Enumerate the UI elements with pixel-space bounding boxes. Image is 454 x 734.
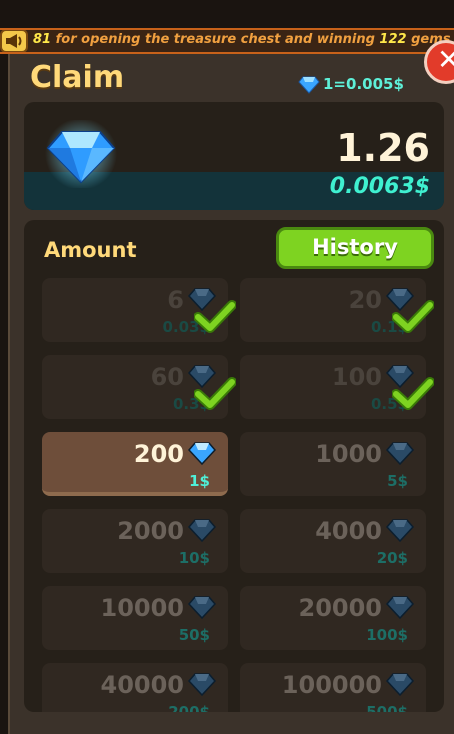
tile-amount: 40000 — [100, 671, 185, 699]
tile-usd: 500$ — [366, 703, 408, 712]
tile-amount: 10000 — [100, 594, 185, 622]
reward-tile[interactable]: 200 1$ — [42, 432, 228, 496]
reward-tile[interactable]: 60 0.3$ — [42, 355, 236, 419]
reward-tile[interactable]: 6 0.03$ — [42, 278, 236, 342]
tile-usd: 20$ — [376, 549, 408, 567]
announcement-ticker: 81 for opening the treasure chest and wi… — [0, 28, 454, 54]
gem-icon — [386, 596, 414, 619]
gem-icon — [386, 673, 414, 696]
balance-card: 1.26 0.0063$ — [24, 102, 444, 210]
balance-usd: 0.0063$ — [329, 174, 430, 199]
tile-usd: 10$ — [178, 549, 210, 567]
checkmark-icon — [392, 300, 434, 333]
reward-tile[interactable]: 100 0.5$ — [240, 355, 434, 419]
balance-gems: 1.26 — [336, 126, 430, 170]
tile-amount: 100 — [331, 363, 382, 391]
tile-usd: 100$ — [366, 626, 408, 644]
tile-amount: 20 — [348, 286, 382, 314]
reward-tile[interactable]: 4000 20$ — [240, 509, 426, 573]
reward-tile[interactable]: 20000 100$ — [240, 586, 426, 650]
large-gem-icon — [45, 120, 117, 188]
ticker-number-1: 81 — [33, 32, 52, 47]
tile-usd: 1$ — [189, 472, 210, 490]
tile-amount: 20000 — [298, 594, 383, 622]
checkmark-icon — [194, 377, 236, 410]
tile-usd: 50$ — [178, 626, 210, 644]
gem-icon — [298, 76, 320, 94]
exchange-rate-text: 1=0.005$ — [323, 75, 404, 93]
tile-usd: 200$ — [168, 703, 210, 712]
reward-tile[interactable]: 2000 10$ — [42, 509, 228, 573]
gem-icon — [188, 442, 216, 465]
gem-icon — [188, 673, 216, 696]
tile-amount: 100000 — [281, 671, 382, 699]
tile-amount: 6 — [167, 286, 184, 314]
page-title: Claim — [30, 60, 125, 95]
megaphone-icon — [0, 30, 28, 52]
gem-icon — [188, 519, 216, 542]
ticker-segment-1: for opening the treasure chest and winni… — [51, 32, 380, 47]
ticker-number-2: 122 — [379, 32, 407, 47]
gem-icon — [386, 442, 414, 465]
amount-section: Amount History 6 0.03$ 20 0.1$ 60 0.3$ 100 0.5$… — [24, 220, 444, 712]
amount-label: Amount — [44, 238, 137, 262]
reward-tile[interactable]: 1000 5$ — [240, 432, 426, 496]
exchange-rate: 1=0.005$ — [298, 75, 404, 97]
checkmark-icon — [194, 300, 236, 333]
ticker-text: 81 for opening the treasure chest and wi… — [33, 32, 454, 47]
reward-tile[interactable]: 40000 200$ — [42, 663, 228, 712]
reward-tile[interactable]: 100000 500$ — [240, 663, 426, 712]
tile-amount: 200 — [133, 440, 184, 468]
reward-tile[interactable]: 20 0.1$ — [240, 278, 434, 342]
tile-amount: 4000 — [315, 517, 382, 545]
gem-icon — [188, 596, 216, 619]
tile-amount: 2000 — [117, 517, 184, 545]
checkmark-icon — [392, 377, 434, 410]
tile-amount: 60 — [150, 363, 184, 391]
reward-tile[interactable]: 10000 50$ — [42, 586, 228, 650]
close-icon: ✕ — [437, 43, 454, 76]
history-button[interactable]: History — [276, 227, 434, 269]
tile-amount: 1000 — [315, 440, 382, 468]
tile-usd: 5$ — [387, 472, 408, 490]
gem-icon — [386, 519, 414, 542]
